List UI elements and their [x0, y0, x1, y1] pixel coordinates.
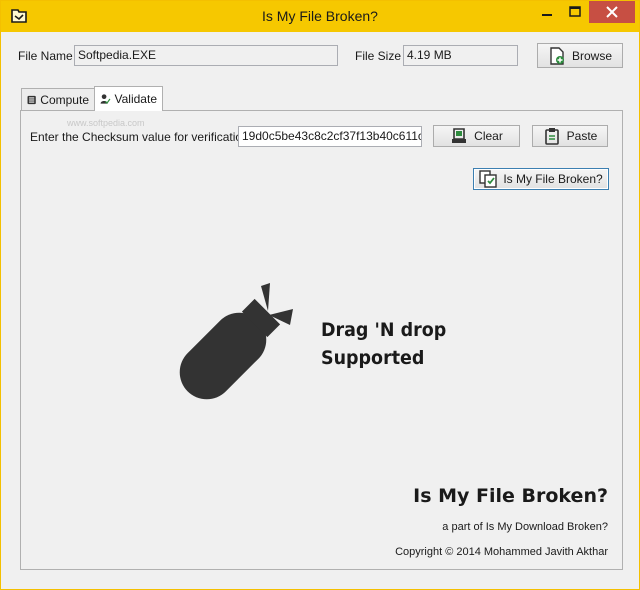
browse-button[interactable]: Browse: [537, 43, 623, 68]
copyright-text: Copyright © 2014 Mohammed Javith Akthar: [395, 546, 608, 558]
file-size-field[interactable]: 4.19 MB: [403, 45, 518, 66]
browse-label: Browse: [571, 48, 612, 63]
eraser-icon: [452, 128, 467, 143]
compare-files-icon: [479, 170, 498, 188]
checksum-prompt: Enter the Checksum value for verificatio…: [30, 130, 249, 144]
validate-icon: [100, 94, 111, 104]
close-icon: [606, 6, 618, 18]
maximize-button[interactable]: [561, 1, 589, 23]
tab-validate-label: Validate: [114, 92, 157, 106]
file-name-label: File Name: [18, 49, 73, 63]
tab-compute[interactable]: Compute: [21, 88, 95, 110]
paste-label: Paste: [566, 129, 598, 143]
part-of-text: a part of Is My Download Broken?: [442, 521, 608, 533]
watermark: www.softpedia.com: [67, 118, 145, 128]
maximize-icon: [569, 6, 581, 17]
file-size-label: File Size: [355, 49, 402, 63]
tab-compute-label: Compute: [40, 92, 89, 107]
drag-drop-line2: Supported: [321, 347, 425, 369]
app-window: Is My File Broken? File Name Softpedia.E…: [0, 0, 640, 590]
tab-validate[interactable]: Validate: [94, 86, 163, 111]
clear-label: Clear: [474, 129, 503, 143]
compute-icon: [27, 95, 36, 104]
clear-button[interactable]: Clear: [433, 125, 520, 147]
clipboard-icon: [544, 128, 559, 145]
paste-button[interactable]: Paste: [532, 125, 608, 147]
browse-file-icon: [550, 46, 564, 65]
check-file-button[interactable]: Is My File Broken?: [473, 168, 609, 190]
file-name-field[interactable]: Softpedia.EXE: [74, 45, 338, 66]
minimize-button[interactable]: [533, 1, 561, 23]
checksum-input[interactable]: 19d0c5be43c8c2cf37f13b40c611ceaa: [238, 126, 422, 147]
bomb-icon[interactable]: [171, 281, 297, 401]
brand-title: Is My File Broken?: [413, 485, 608, 507]
title-bar[interactable]: Is My File Broken?: [1, 1, 639, 32]
check-file-label: Is My File Broken?: [503, 172, 603, 186]
minimize-icon: [542, 14, 552, 16]
close-button[interactable]: [589, 1, 635, 23]
drag-drop-line1: Drag 'N drop: [321, 319, 447, 341]
